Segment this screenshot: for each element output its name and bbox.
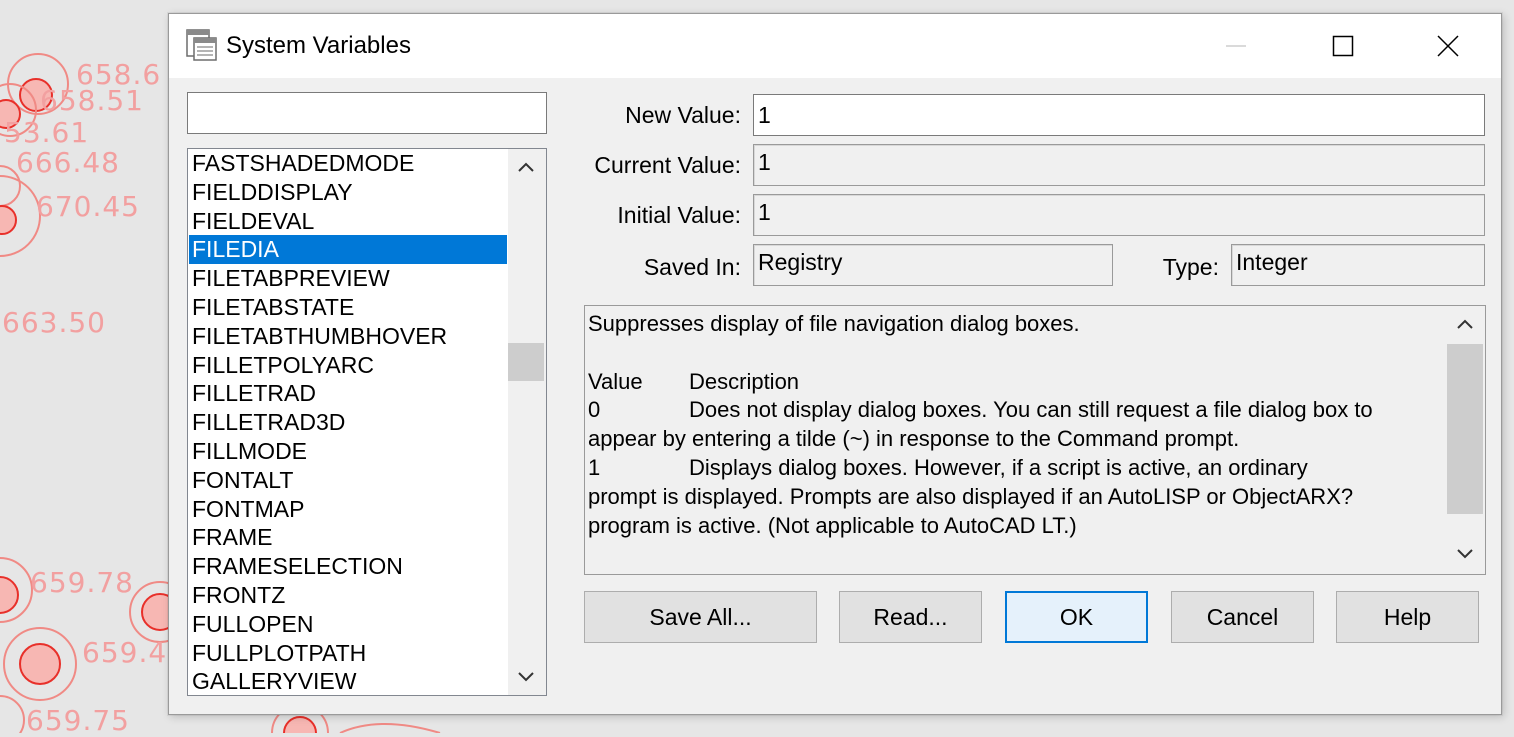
variable-list-item[interactable]: FASTSHADEDMODE xyxy=(189,149,507,178)
drawing-dimension-label: 659.4 xyxy=(82,636,168,669)
search-input[interactable] xyxy=(187,92,547,134)
read-button[interactable]: Read... xyxy=(839,591,982,643)
scroll-up-button[interactable] xyxy=(1447,306,1483,342)
description-row-continuation: prompt is displayed. Prompts are also di… xyxy=(588,483,1354,509)
drawing-dimension-label: 53.61 xyxy=(4,116,90,149)
maximize-icon xyxy=(1332,35,1354,57)
type-label: Type: xyxy=(1162,254,1219,280)
chevron-down-icon xyxy=(518,672,534,682)
variable-list-item[interactable]: GALLERYVIEW xyxy=(189,667,507,695)
description-summary: Suppresses display of file navigation di… xyxy=(588,311,1080,336)
variable-list-item[interactable]: FULLOPEN xyxy=(189,610,507,639)
variable-list-item[interactable]: FILETABSTATE xyxy=(189,293,507,322)
description-row-value: 1 xyxy=(588,454,601,480)
scroll-thumb[interactable] xyxy=(508,343,544,381)
variable-list-item[interactable]: FRAMESELECTION xyxy=(189,552,507,581)
variable-list-item[interactable]: FRAME xyxy=(189,523,507,552)
drawing-circle xyxy=(0,695,25,733)
variable-list-item[interactable]: FONTALT xyxy=(189,466,507,495)
new-value-field[interactable] xyxy=(753,94,1485,136)
variable-list-item[interactable]: FILETABTHUMBHOVER xyxy=(189,322,507,351)
close-button[interactable] xyxy=(1398,14,1498,78)
new-value-label: New Value: xyxy=(625,102,741,128)
description-row-continuation: appear by entering a tilde (~) in respon… xyxy=(588,426,1240,452)
scroll-up-button[interactable] xyxy=(508,149,544,185)
help-button[interactable]: Help xyxy=(1336,591,1479,643)
description-box[interactable]: Suppresses display of file navigation di… xyxy=(584,305,1486,575)
drawing-dimension-label: 666.48 xyxy=(16,146,120,179)
chevron-down-icon xyxy=(1457,549,1473,559)
initial-value-field: 1 xyxy=(753,194,1485,236)
scroll-down-button[interactable] xyxy=(1447,536,1483,572)
cancel-button[interactable]: Cancel xyxy=(1171,591,1314,643)
variable-list-item[interactable]: FILLMODE xyxy=(189,437,507,466)
close-icon xyxy=(1437,35,1459,57)
current-value-field: 1 xyxy=(753,144,1485,186)
variable-list-item[interactable]: FIELDEVAL xyxy=(189,207,507,236)
scroll-thumb[interactable] xyxy=(1447,344,1483,514)
variable-list-item[interactable]: FIELDDISPLAY xyxy=(189,178,507,207)
variable-list-item[interactable]: FULLPLOTPATH xyxy=(189,639,507,668)
description-row-text: Does not display dialog boxes. You can s… xyxy=(689,397,1373,423)
description-row-continuation: program is active. (Not applicable to Au… xyxy=(588,512,1077,538)
variable-list-item[interactable]: FILLETPOLYARC xyxy=(189,351,507,380)
drawing-dimension-label: 670.45 xyxy=(36,190,140,223)
system-variables-icon xyxy=(186,29,217,61)
drawing-dimension-label: 659.78 xyxy=(30,566,134,599)
drawing-arc xyxy=(339,723,441,733)
description-scrollbar[interactable] xyxy=(1445,306,1485,574)
description-row-value: 0 xyxy=(588,397,601,423)
current-value-label: Current Value: xyxy=(594,152,741,178)
drawing-dimension-label: 663.50 xyxy=(2,306,106,339)
initial-value-label: Initial Value: xyxy=(617,202,741,228)
drawing-dimension-label: 659.75 xyxy=(26,704,130,737)
description-text: Suppresses display of file navigation di… xyxy=(588,310,1444,540)
variable-list-item[interactable]: FILLETRAD3D xyxy=(189,408,507,437)
maximize-button[interactable] xyxy=(1293,14,1393,78)
type-field: Integer xyxy=(1231,244,1485,286)
description-row-text: Displays dialog boxes. However, if a scr… xyxy=(689,454,1308,480)
saved-in-label: Saved In: xyxy=(643,254,741,280)
system-variables-dialog: System Variables FASTSHADEDMODE FIELDDISP… xyxy=(168,13,1502,715)
minimize-button[interactable] xyxy=(1186,14,1286,78)
save-all-button[interactable]: Save All... xyxy=(584,591,817,643)
drawing-circle xyxy=(19,643,61,685)
variable-list-item[interactable]: FONTMAP xyxy=(189,495,507,524)
drawing-dimension-label: 658.51 xyxy=(40,84,144,117)
variable-list-item[interactable]: FRONTZ xyxy=(189,581,507,610)
drawing-circle xyxy=(0,576,19,614)
ok-button[interactable]: OK xyxy=(1005,591,1148,643)
variable-list-item[interactable]: FILLETRAD xyxy=(189,379,507,408)
scroll-down-button[interactable] xyxy=(508,659,544,695)
variable-list-items: FASTSHADEDMODE FIELDDISPLAY FIELDEVAL FILED… xyxy=(189,149,507,695)
window-title: System Variables xyxy=(226,32,411,59)
minimize-icon xyxy=(1226,45,1246,47)
dialog-content: FASTSHADEDMODE FIELDDISPLAY FIELDEVAL FILED… xyxy=(169,78,1501,714)
drawing-circle xyxy=(283,716,317,733)
title-bar[interactable]: System Variables xyxy=(169,14,1501,78)
chevron-up-icon xyxy=(1457,319,1473,329)
description-header-value: Value xyxy=(588,368,643,394)
drawing-circle xyxy=(0,205,17,235)
variable-list-item[interactable]: FILETABPREVIEW xyxy=(189,264,507,293)
variable-list-scrollbar[interactable] xyxy=(508,149,546,695)
variable-list-item[interactable]: FILEDIA xyxy=(189,235,507,265)
saved-in-field: Registry xyxy=(753,244,1113,286)
description-header-description: Description xyxy=(689,368,800,394)
variable-list[interactable]: FASTSHADEDMODE FIELDDISPLAY FIELDEVAL FILED… xyxy=(187,148,547,696)
chevron-up-icon xyxy=(518,162,534,172)
